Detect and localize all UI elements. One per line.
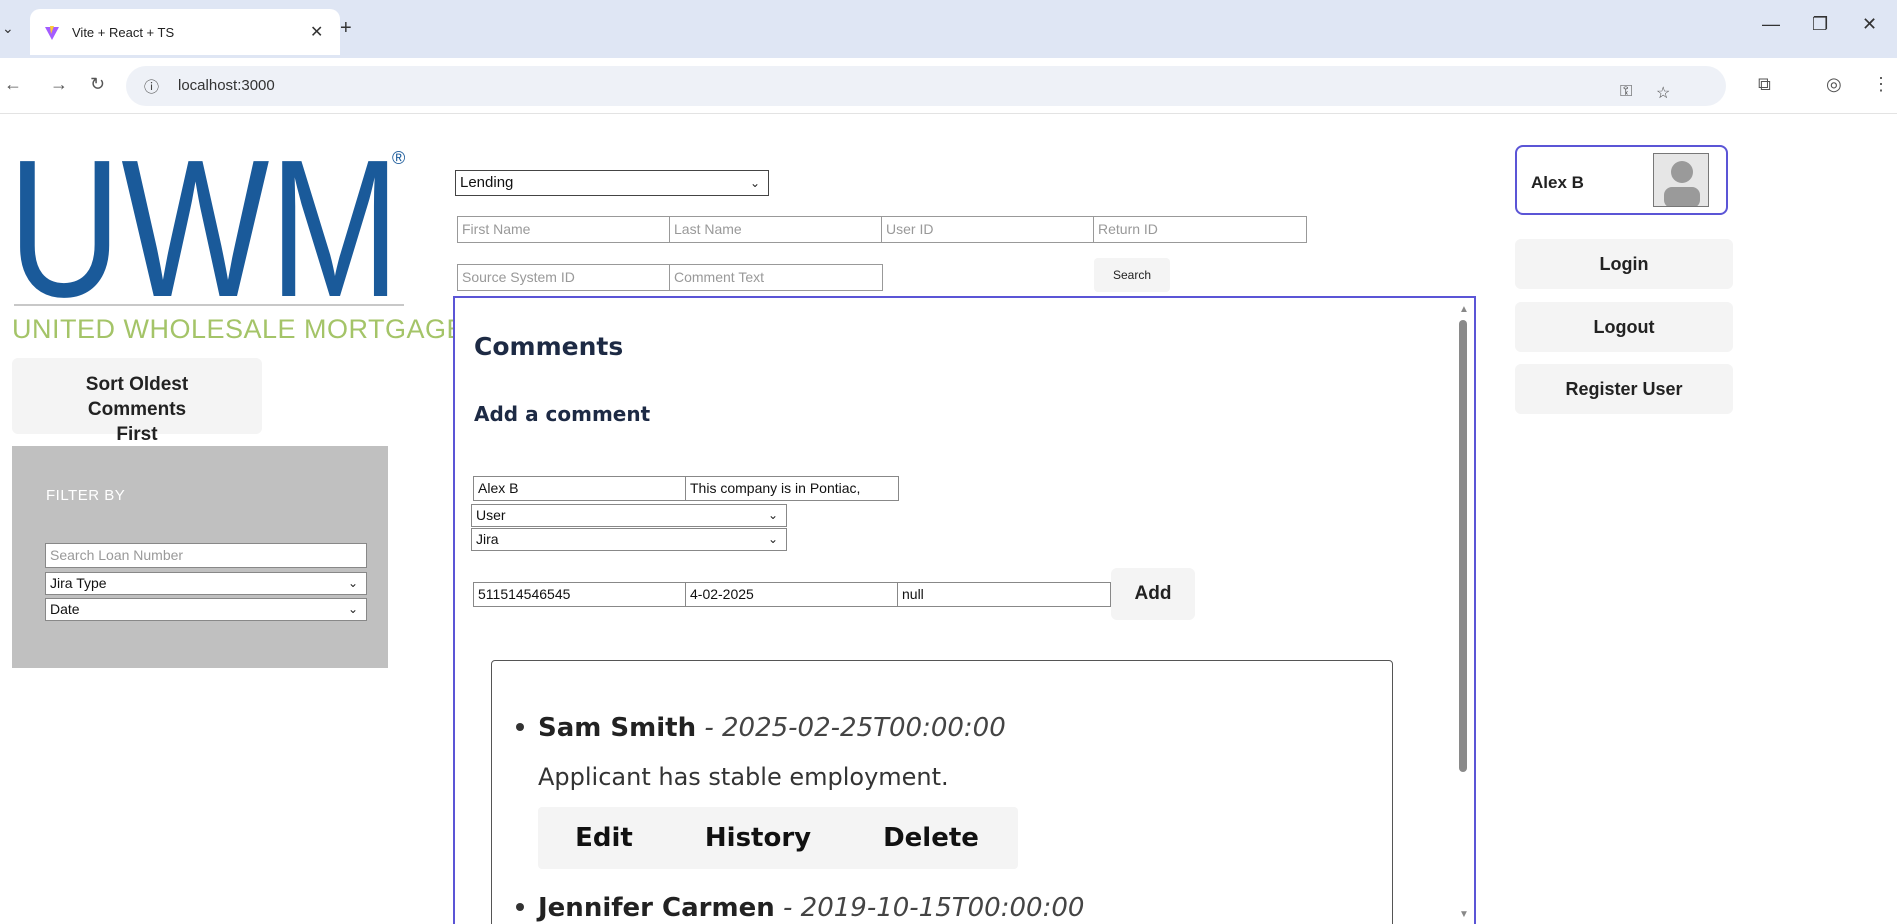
edit-button[interactable]: Edit	[538, 807, 670, 869]
vite-favicon-icon	[45, 26, 59, 40]
site-info-icon[interactable]: ⓘ	[144, 76, 159, 97]
chevron-down-icon: ⌄	[767, 508, 778, 522]
date-select[interactable]: Date ⌄	[45, 598, 367, 621]
avatar	[1653, 153, 1709, 207]
comment-item: Sam Smith - 2025-02-25T00:00:00 Applican…	[516, 713, 1376, 883]
comment-author: Jennifer Carmen	[538, 893, 775, 923]
logo-tagline: UNITED WHOLESALE MORTGAGE	[12, 314, 466, 344]
user-avatar-icon	[1654, 154, 1708, 206]
user-card: Alex B	[1515, 145, 1728, 215]
last-name-input[interactable]: Last Name	[669, 216, 883, 243]
return-id-input[interactable]: Return ID	[1093, 216, 1307, 243]
tab-close-icon[interactable]: ✕	[310, 22, 323, 42]
reload-icon[interactable]: ↻	[90, 74, 105, 95]
comment-date: - 2025-02-25T00:00:00	[696, 713, 1006, 743]
back-icon[interactable]: ←	[4, 74, 22, 95]
loan-number-search-input[interactable]: Search Loan Number	[45, 543, 367, 568]
comments-pane: Comments Add a comment Alex B This compa…	[453, 296, 1476, 924]
login-button[interactable]: Login	[1515, 239, 1733, 289]
browser-toolbar: ← → ↻ ⓘ localhost:3000 ⚿ ☆ ⧉ ◎ ⋮	[0, 58, 1897, 114]
chevron-down-icon: ⌄	[767, 532, 778, 546]
profile-icon[interactable]: ◎	[1826, 74, 1842, 95]
browser-tab[interactable]: Vite + React + TS ✕	[30, 9, 340, 55]
close-window-icon[interactable]: ✕	[1862, 14, 1877, 35]
sort-oldest-button[interactable]: Sort Oldest Comments First	[12, 358, 262, 445]
comments-title: Comments	[474, 332, 624, 361]
password-key-icon[interactable]: ⚿	[1620, 83, 1632, 101]
loan-number-field[interactable]: 511514546545	[473, 582, 687, 607]
register-user-button[interactable]: Register User	[1515, 364, 1733, 414]
comments-scrollbar[interactable]: ▲ ▼	[1454, 298, 1474, 924]
address-bar[interactable]: ⓘ localhost:3000 ⚿ ☆	[126, 66, 1726, 106]
source-system-id-input[interactable]: Source System ID	[457, 264, 671, 291]
url-text: localhost:3000	[178, 77, 275, 94]
comment-actions: Edit History Delete	[538, 807, 1018, 869]
restore-icon[interactable]: ❐	[1812, 14, 1828, 35]
forward-icon[interactable]: →	[50, 74, 68, 95]
browser-menu-icon[interactable]: ⋮	[1872, 74, 1890, 95]
logo-mark: UWM	[10, 144, 400, 304]
user-id-input[interactable]: User ID	[881, 216, 1095, 243]
chevron-down-icon: ⌄	[347, 602, 358, 616]
comment-text-input[interactable]: Comment Text	[669, 264, 883, 291]
logout-button[interactable]: Logout	[1515, 302, 1733, 352]
comment-role-value: User	[476, 507, 506, 523]
filter-panel: FILTER BY Search Loan Number Jira Type ⌄…	[12, 446, 388, 668]
bullet	[516, 903, 524, 911]
extensions-icon[interactable]: ⧉	[1758, 74, 1771, 95]
browser-tabstrip: ⌄ Vite + React + TS ✕ + — ❐ ✕	[0, 0, 1897, 58]
search-button[interactable]: Search	[1094, 258, 1170, 292]
delete-button[interactable]: Delete	[846, 807, 1016, 869]
scroll-down-icon[interactable]: ▼	[1459, 909, 1469, 920]
scroll-up-icon[interactable]: ▲	[1459, 304, 1469, 315]
chevron-down-icon: ⌄	[347, 576, 358, 590]
comment-type-select[interactable]: Jira ⌄	[471, 528, 787, 551]
first-name-input[interactable]: First Name	[457, 216, 671, 243]
new-tab-icon[interactable]: +	[340, 17, 352, 40]
comment-author: Sam Smith	[538, 713, 697, 743]
comment-extra-field[interactable]: null	[897, 582, 1111, 607]
minimize-icon[interactable]: —	[1762, 14, 1780, 35]
bullet	[516, 723, 524, 731]
tab-search-icon[interactable]: ⌄	[2, 20, 14, 37]
comment-header: Jennifer Carmen - 2019-10-15T00:00:00	[538, 893, 1084, 923]
comment-author-input[interactable]: Alex B	[473, 476, 687, 501]
comment-header: Sam Smith - 2025-02-25T00:00:00	[538, 713, 1006, 743]
add-comment-button[interactable]: Add	[1111, 568, 1195, 620]
comment-role-select[interactable]: User ⌄	[471, 504, 787, 527]
comment-date: - 2019-10-15T00:00:00	[774, 893, 1085, 923]
user-name: Alex B	[1531, 173, 1584, 192]
jira-type-value: Jira Type	[50, 575, 107, 591]
scroll-thumb[interactable]	[1459, 320, 1467, 772]
logo-divider	[14, 304, 404, 306]
comment-date-field[interactable]: 4-02-2025	[685, 582, 899, 607]
jira-type-select[interactable]: Jira Type ⌄	[45, 572, 367, 595]
logo-registered: ®	[392, 148, 405, 168]
app-page: UWM ® UNITED WHOLESALE MORTGAGE Sort Old…	[0, 114, 1897, 924]
history-button[interactable]: History	[670, 807, 846, 869]
chevron-down-icon: ⌄	[749, 176, 760, 190]
comment-text-field[interactable]: This company is in Pontiac,	[685, 476, 899, 501]
add-comment-title: Add a comment	[474, 402, 651, 426]
date-value: Date	[50, 601, 80, 617]
comment-list: Sam Smith - 2025-02-25T00:00:00 Applican…	[491, 660, 1393, 924]
category-select[interactable]: Lending ⌄	[455, 170, 769, 196]
uwm-logo: UWM ®	[10, 144, 405, 304]
category-value: Lending	[460, 174, 514, 191]
filter-title: FILTER BY	[46, 487, 126, 504]
comment-text: Applicant has stable employment.	[538, 763, 949, 791]
comment-item: Jennifer Carmen - 2019-10-15T00:00:00	[516, 893, 1376, 924]
tab-title: Vite + React + TS	[72, 25, 175, 40]
bookmark-star-icon[interactable]: ☆	[1656, 83, 1670, 103]
comment-type-value: Jira	[476, 531, 499, 547]
